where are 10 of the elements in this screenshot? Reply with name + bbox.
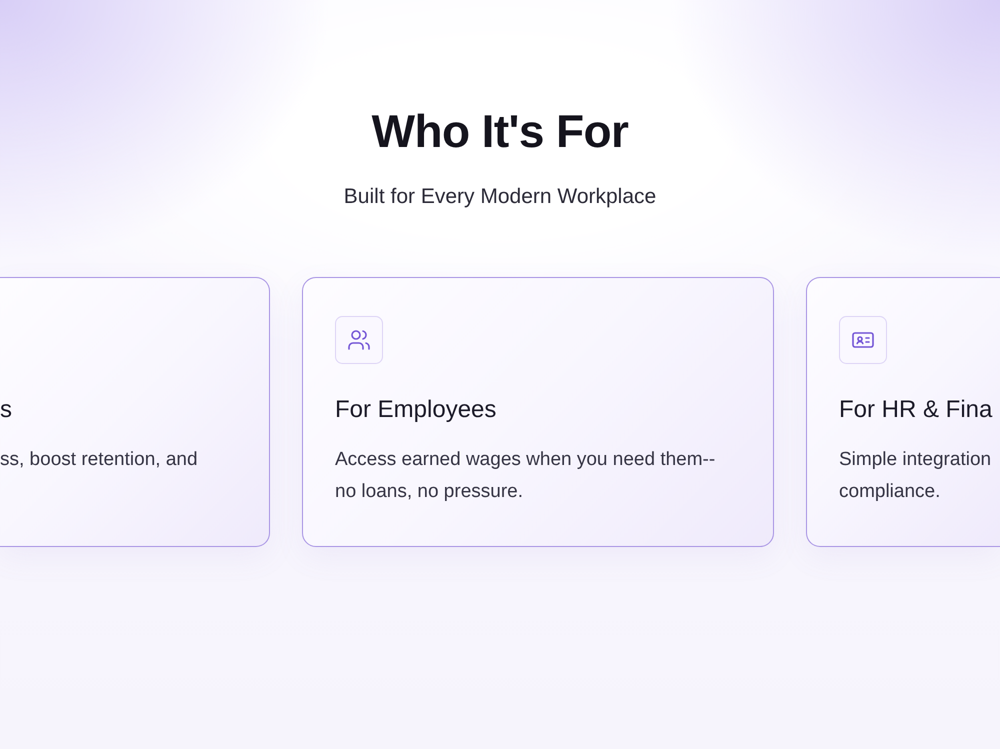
card-title: For Employees — [335, 395, 496, 425]
card-title: s — [0, 395, 12, 425]
card-description: Simple integration compliance. — [839, 448, 992, 504]
card-description: Access earned wages when you need them-- no loans, no pressure. — [335, 448, 716, 504]
id-card-icon — [839, 316, 887, 364]
users-icon — [335, 316, 383, 364]
section-subtitle: Built for Every Modern Workplace — [344, 184, 656, 210]
card-title: For HR & Fina — [839, 395, 992, 425]
section-heading: Who It's For — [372, 104, 628, 159]
card-description: ss, boost retention, and — [0, 448, 198, 472]
